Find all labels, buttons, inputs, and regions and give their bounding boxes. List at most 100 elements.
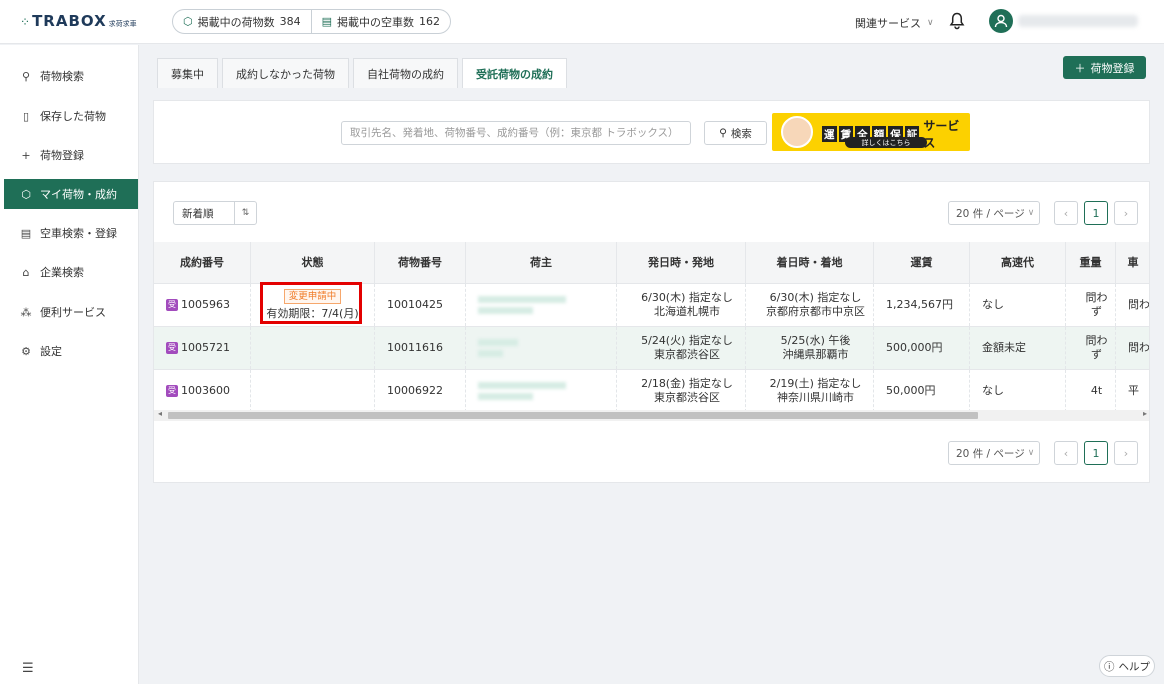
column-header[interactable]: 運賃 xyxy=(874,242,970,283)
sidebar-item-cargo-register[interactable]: + 荷物登録 xyxy=(4,140,138,170)
username-redacted[interactable] xyxy=(1018,15,1138,27)
toll-fee: なし xyxy=(970,284,1066,326)
departure-cell: 5/24(火) 指定なし 東京都渋谷区 xyxy=(617,327,746,369)
sidebar-item-useful-services[interactable]: ⁂ 便利サービス xyxy=(4,297,138,327)
sidebar-item-vehicle-search[interactable]: ▤ 空車検索・登録 xyxy=(4,218,138,248)
gear-icon: ⚙ xyxy=(21,344,31,358)
tab-not-contracted[interactable]: 成約しなかった荷物 xyxy=(222,58,349,88)
prev-page-button[interactable]: ‹ xyxy=(1054,201,1078,225)
banner-title-rest: サービス xyxy=(923,119,960,150)
contract-number: 1005721 xyxy=(181,341,230,354)
scroll-right-arrow-icon[interactable]: ▸ xyxy=(1143,409,1147,418)
column-header[interactable]: 荷物番号 xyxy=(375,242,466,283)
toll-fee: なし xyxy=(970,370,1066,412)
banner-char: 運 xyxy=(822,126,837,142)
fare: 50,000円 xyxy=(874,370,970,412)
avatar[interactable] xyxy=(989,9,1013,33)
column-header[interactable]: 荷主 xyxy=(466,242,617,283)
contract-number-cell[interactable]: 受 1005963 xyxy=(154,284,251,326)
logo-dots-icon: ⁘ xyxy=(20,15,30,29)
page-number-button[interactable]: 1 xyxy=(1084,441,1108,465)
posted-vehicles-stat[interactable]: ▤ 掲載中の空車数 162 xyxy=(310,10,450,33)
page-size-select[interactable]: 20 件 / ページ ∨ xyxy=(948,441,1040,465)
pagination-top: 20 件 / ページ ∨ ‹ 1 › xyxy=(948,201,1138,225)
arrival-cell: 5/25(水) 午後 沖縄県那覇市 xyxy=(746,327,874,369)
arrival-place: 京都府京都市中京区 xyxy=(766,305,865,318)
scrollbar-thumb[interactable] xyxy=(168,412,978,419)
column-header[interactable]: 車 xyxy=(1116,242,1149,283)
scroll-left-arrow-icon[interactable]: ◂ xyxy=(158,409,162,418)
banner-more-link[interactable]: 詳しくはこちら xyxy=(845,137,927,148)
page-number-button[interactable]: 1 xyxy=(1084,201,1108,225)
departure-cell: 6/30(木) 指定なし 北海道札幌市 xyxy=(617,284,746,326)
column-header[interactable]: 成約番号 xyxy=(154,242,251,283)
column-header[interactable]: 着日時・着地 xyxy=(746,242,874,283)
sidebar-item-label: 荷物登録 xyxy=(40,149,84,162)
home-icon: ⌂ xyxy=(22,265,30,279)
page-size-select[interactable]: 20 件 / ページ ∨ xyxy=(948,201,1040,225)
sidebar-item-label: マイ荷物・成約 xyxy=(40,188,117,201)
bell-icon[interactable] xyxy=(949,12,965,30)
related-services-menu[interactable]: 関連サービス ∨ xyxy=(855,15,934,31)
search-card: 取引先名、発着地、荷物番号、成約番号（例：東京都 トラボックス） ⚲ 検索 運 … xyxy=(153,100,1150,164)
search-button-label: 検索 xyxy=(730,127,752,140)
posted-loads-count: 384 xyxy=(279,15,301,28)
logo-sub: 求荷求車 xyxy=(108,20,137,28)
arrival-date: 2/19(土) 指定なし xyxy=(769,377,862,390)
sort-label: 新着順 xyxy=(182,207,214,220)
column-header[interactable]: 状態 xyxy=(251,242,375,283)
column-header[interactable]: 発日時・発地 xyxy=(617,242,746,283)
sidebar-item-my-cargo[interactable]: ⬡ マイ荷物・成約 xyxy=(4,179,138,209)
posted-loads-stat[interactable]: ⬡ 掲載中の荷物数 384 xyxy=(173,10,311,33)
weight: 問わ xyxy=(1085,291,1108,304)
next-page-button[interactable]: › xyxy=(1114,441,1138,465)
sidebar-item-cargo-search[interactable]: ⚲ 荷物検索 xyxy=(4,61,138,91)
operator-avatar-image xyxy=(781,116,813,148)
next-page-button[interactable]: › xyxy=(1114,201,1138,225)
posted-loads-label: 掲載中の荷物数 xyxy=(197,15,275,29)
search-input[interactable]: 取引先名、発着地、荷物番号、成約番号（例：東京都 トラボックス） xyxy=(341,121,691,145)
column-header[interactable]: 高速代 xyxy=(970,242,1066,283)
contract-number: 1003600 xyxy=(181,384,230,397)
truck-icon: ▤ xyxy=(321,15,333,28)
tab-recruiting[interactable]: 募集中 xyxy=(157,58,218,88)
weight-cell: 4t xyxy=(1066,370,1116,412)
add-cargo-button[interactable]: ＋ 荷物登録 xyxy=(1063,56,1146,79)
contract-number-cell[interactable]: 受 1005721 xyxy=(154,327,251,369)
departure-place: 東京都渋谷区 xyxy=(654,391,720,404)
sidebar-item-settings[interactable]: ⚙ 設定 xyxy=(4,336,138,366)
collapse-menu-icon[interactable]: ☰ xyxy=(22,661,34,676)
fare: 1,234,567円 xyxy=(874,284,970,326)
column-header[interactable]: 重量 xyxy=(1066,242,1116,283)
tab-consigned-contracts[interactable]: 受託荷物の成約 xyxy=(462,58,567,88)
shipper-cell-redacted xyxy=(466,370,617,412)
sort-select[interactable]: 新着順 ⇅ xyxy=(173,201,257,225)
table-horizontal-scrollbar[interactable]: ◂ ▸ xyxy=(154,409,1149,421)
help-button[interactable]: ⓘ ヘルプ xyxy=(1099,655,1155,677)
contract-number-cell[interactable]: 受 1003600 xyxy=(154,370,251,412)
truck-icon: ▤ xyxy=(20,226,32,240)
fare-guarantee-banner[interactable]: 運 賃 全 額 保 証 サービス 詳しくはこちら xyxy=(772,113,970,151)
cargo-number: 10006922 xyxy=(375,370,466,412)
prev-page-button[interactable]: ‹ xyxy=(1054,441,1078,465)
pagination-bottom: 20 件 / ページ ∨ ‹ 1 › xyxy=(948,441,1138,465)
trabox-logo[interactable]: ⁘ TRABOX 求荷求車 xyxy=(20,12,137,30)
plus-icon: + xyxy=(21,148,31,162)
sort-order-icon[interactable]: ⇅ xyxy=(234,202,256,224)
help-label: ヘルプ xyxy=(1118,660,1151,673)
sidebar-item-label: 企業検索 xyxy=(40,266,84,279)
departure-place: 東京都渋谷区 xyxy=(654,348,720,361)
table-row[interactable]: 受 1003600 10006922 2/18(金) 指定なし 東京都渋谷区 2… xyxy=(154,370,1149,413)
tab-own-contracts[interactable]: 自社荷物の成約 xyxy=(353,58,458,88)
departure-date: 2/18(金) 指定なし xyxy=(641,377,733,390)
sidebar: ⚲ 荷物検索 ▯ 保存した荷物 + 荷物登録 ⬡ マイ荷物・成約 ▤ 空車検索・… xyxy=(0,45,139,684)
posting-stats: ⬡ 掲載中の荷物数 384 ▤ 掲載中の空車数 162 xyxy=(172,9,452,34)
sidebar-item-saved-cargo[interactable]: ▯ 保存した荷物 xyxy=(4,101,138,131)
arrival-date: 6/30(木) 指定なし xyxy=(769,291,862,304)
departure-place: 北海道札幌市 xyxy=(654,305,720,318)
sidebar-item-company-search[interactable]: ⌂ 企業検索 xyxy=(4,257,138,287)
status-cell xyxy=(251,327,375,369)
table-row[interactable]: 受 1005721 10011616 5/24(火) 指定なし 東京都渋谷区 5… xyxy=(154,327,1149,370)
search-icon: ⚲ xyxy=(719,127,727,139)
search-button[interactable]: ⚲ 検索 xyxy=(704,121,767,145)
